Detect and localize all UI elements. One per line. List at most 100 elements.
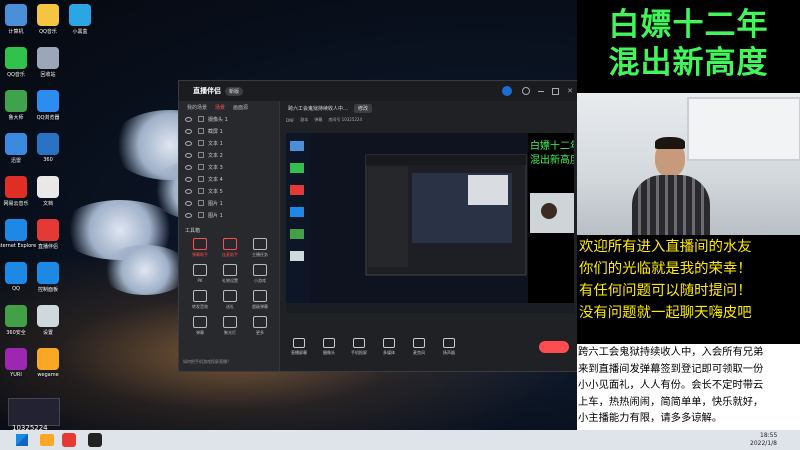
app-taskbar-icon[interactable] [62, 433, 76, 447]
tab-my-scenes[interactable]: 我的场景 [187, 104, 207, 111]
file-explorer-icon[interactable] [40, 434, 54, 446]
maximize-icon[interactable] [552, 87, 560, 95]
start-button[interactable] [16, 434, 28, 446]
app-logo: 直播伴侣 [193, 87, 221, 95]
eye-icon[interactable] [185, 152, 192, 158]
source-label: 图片 1 [208, 200, 223, 207]
desktop-icon[interactable]: 控制面板 [28, 262, 68, 293]
bottom-tool-button[interactable]: 多媒体 [378, 338, 400, 356]
app-icon [37, 4, 59, 26]
eye-icon[interactable] [185, 200, 192, 206]
version-badge[interactable]: 新版 [225, 86, 244, 96]
close-icon[interactable]: ✕ [567, 87, 573, 95]
tool-button[interactable]: 超级弹幕 [245, 290, 275, 310]
tool-icon [193, 264, 207, 276]
tool-button[interactable]: 连麦助手 [215, 238, 245, 258]
source-label: 文本 4 [208, 176, 223, 183]
source-item[interactable]: 摄像头 1 [179, 113, 279, 125]
tool-label: 送礼 [226, 304, 234, 309]
source-item[interactable]: 图片 1 [179, 209, 279, 221]
eye-icon[interactable] [185, 140, 192, 146]
desktop-icon[interactable]: 设置 [28, 305, 68, 336]
tool-button[interactable]: PK [185, 264, 215, 284]
eye-icon[interactable] [185, 188, 192, 194]
help-hint[interactable]: 如何把手机游戏投屏直播？ [183, 359, 231, 365]
tool-button[interactable]: 转发音效 [185, 290, 215, 310]
title-bar: 直播伴侣 新版 ✕ [179, 81, 579, 101]
desktop-icon-label: 文档 [42, 201, 53, 207]
tool-icon [253, 238, 267, 250]
notice-line: 跨六工会鬼狱持续收人中，入会所有兄弟 [578, 346, 764, 358]
tool-label: 弹幕 [196, 330, 204, 335]
bottom-tool-icon [323, 338, 335, 348]
bottom-tool-icon [383, 338, 395, 348]
scene-tabs: 我的场景 场景 画面源 [179, 101, 279, 113]
tool-label: PK [197, 278, 203, 283]
app-icon [5, 348, 27, 370]
desktop-icon[interactable]: wegame [28, 348, 68, 378]
source-item[interactable]: 文本 4 [179, 173, 279, 185]
room-info-item[interactable]: 房间号 10325224 [328, 117, 362, 123]
bottom-tool-button[interactable]: 麦克风 [408, 338, 430, 356]
tool-label: 聚光灯 [224, 330, 236, 335]
tool-button[interactable]: 弹幕助手 [185, 238, 215, 258]
tool-button[interactable]: 礼物设置 [215, 264, 245, 284]
desktop-icon[interactable]: 回收站 [28, 47, 68, 78]
source-label: 摄像头 1 [208, 116, 228, 123]
clock-time[interactable]: 18:55 [760, 432, 777, 439]
stream-preview[interactable]: 白嫖十二年 混出新高度 [286, 133, 574, 313]
eye-icon[interactable] [185, 128, 192, 134]
source-type-icon [198, 116, 204, 122]
tool-button[interactable]: 聚光灯 [215, 316, 245, 336]
source-item[interactable]: 文本 5 [179, 185, 279, 197]
tool-button[interactable]: 送礼 [215, 290, 245, 310]
settings-icon[interactable] [522, 87, 531, 95]
room-info-item[interactable]: 弹幕 [314, 117, 322, 123]
room-info-item[interactable]: 副本 [300, 117, 308, 123]
bottom-tool-icon [353, 338, 365, 348]
eye-icon[interactable] [185, 116, 192, 122]
app-icon [37, 133, 59, 155]
tool-icon [253, 316, 267, 328]
desktop-icon[interactable]: 小黑盒 [60, 4, 100, 35]
desktop-icon[interactable]: 文档 [28, 176, 68, 207]
tool-button[interactable]: 主播任务 [245, 238, 275, 258]
desktop-icon[interactable]: QQ浏览器 [28, 90, 68, 121]
eye-icon[interactable] [185, 176, 192, 182]
source-item[interactable]: 文本 3 [179, 161, 279, 173]
start-live-button[interactable] [539, 341, 569, 353]
tool-label: 超级弹幕 [252, 304, 268, 309]
webcam-feed [577, 93, 800, 235]
tool-button[interactable]: 更多 [245, 316, 275, 336]
room-info-item[interactable]: DNF [286, 118, 294, 123]
app-icon [5, 262, 27, 284]
game-taskbar-icon[interactable] [88, 433, 102, 447]
source-item[interactable]: 文本 2 [179, 149, 279, 161]
toolbox-title: 工具箱 [185, 228, 201, 234]
bottom-tool-button[interactable]: 手机投屏 [348, 338, 370, 356]
source-item[interactable]: 截屏 1 [179, 125, 279, 137]
tool-button[interactable]: 弹幕 [185, 316, 215, 336]
app-icon [5, 4, 27, 26]
source-type-icon [198, 164, 204, 170]
clock-date[interactable]: 2022/1/8 [750, 440, 777, 447]
game-icon[interactable] [8, 398, 60, 426]
tab-sources[interactable]: 画面源 [233, 104, 248, 111]
tab-scene[interactable]: 场景 [215, 104, 225, 111]
desktop-icon[interactable]: 直播伴侣 [28, 219, 68, 250]
source-item[interactable]: 图片 1 [179, 197, 279, 209]
avatar[interactable] [502, 86, 513, 96]
minimize-icon[interactable] [538, 90, 545, 92]
edit-button[interactable]: 修改 [354, 103, 373, 113]
app-icon [37, 348, 59, 370]
tool-button[interactable]: 小游戏 [245, 264, 275, 284]
eye-icon[interactable] [185, 212, 192, 218]
eye-icon[interactable] [185, 164, 192, 170]
desktop-icon[interactable]: 360 [28, 133, 68, 163]
bottom-tool-button[interactable]: 摄像头 [318, 338, 340, 356]
bottom-tool-button[interactable]: 扬声器 [438, 338, 460, 356]
source-item[interactable]: 文本 1 [179, 137, 279, 149]
bottom-tool-label: 手机投屏 [351, 350, 367, 355]
source-type-icon [198, 212, 204, 218]
bottom-tool-button[interactable]: 直播屏幕 [288, 338, 310, 356]
